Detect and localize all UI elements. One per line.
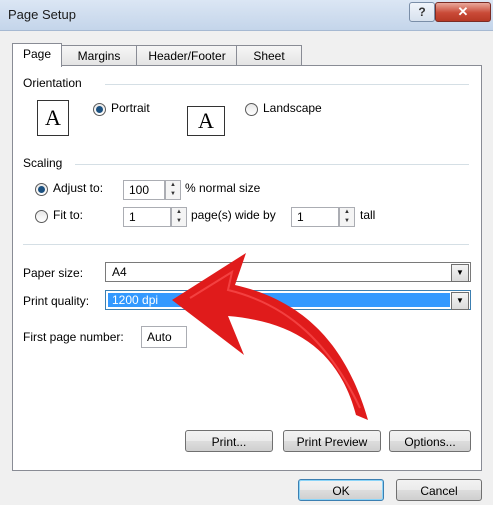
orientation-heading: Orientation (23, 76, 82, 90)
portrait-page-icon: A (37, 100, 69, 136)
print-quality-label: Print quality: (23, 294, 90, 308)
fit-to-label[interactable]: Fit to: (53, 208, 83, 222)
divider (75, 164, 469, 165)
tab-label: Margins (77, 49, 121, 63)
options-button[interactable]: Options... (389, 430, 471, 452)
adjust-spinner[interactable]: ▲ ▼ (165, 180, 181, 200)
tab-label: Sheet (253, 49, 285, 63)
adjust-to-radio[interactable] (35, 183, 48, 196)
tab-label: Header/Footer (148, 49, 226, 63)
portrait-label[interactable]: Portrait (111, 101, 150, 115)
spin-down-icon[interactable]: ▼ (166, 190, 180, 199)
fit-wide-suffix: page(s) wide by (191, 208, 276, 222)
page-tab-panel: Orientation A Portrait A Landscape Scali… (12, 65, 482, 471)
close-button[interactable]: ✕ (435, 2, 491, 22)
print-quality-select[interactable]: 1200 dpi ▼ (105, 290, 471, 310)
close-icon: ✕ (457, 4, 469, 19)
divider (105, 84, 469, 85)
adjust-to-label[interactable]: Adjust to: (53, 181, 103, 195)
fit-tall-spinner[interactable]: ▲ ▼ (339, 207, 355, 227)
help-icon: ? (418, 5, 426, 19)
paper-size-select[interactable]: A4 ▼ (105, 262, 471, 282)
print-preview-button[interactable]: Print Preview (283, 430, 381, 452)
tab-sheet[interactable]: Sheet (236, 45, 302, 66)
spin-up-icon[interactable]: ▲ (166, 181, 180, 190)
spin-up-icon[interactable]: ▲ (340, 208, 354, 217)
divider (23, 244, 469, 245)
fit-wide-input[interactable]: 1 (123, 207, 171, 227)
ok-button[interactable]: OK (298, 479, 384, 501)
adjust-suffix: % normal size (185, 181, 261, 195)
tab-label: Page (22, 47, 52, 61)
fit-tall-suffix: tall (360, 208, 376, 222)
dialog-body: Page Margins Header/Footer Sheet Orienta… (0, 31, 493, 505)
fit-wide-spinner[interactable]: ▲ ▼ (171, 207, 187, 227)
portrait-radio[interactable] (93, 103, 106, 116)
landscape-page-icon: A (187, 106, 225, 136)
scaling-heading: Scaling (23, 156, 63, 170)
adjust-percent-input[interactable]: 100 (123, 180, 165, 200)
cancel-button[interactable]: Cancel (396, 479, 482, 501)
first-page-label: First page number: (23, 330, 124, 344)
tab-header-footer[interactable]: Header/Footer (136, 45, 238, 66)
print-button[interactable]: Print... (185, 430, 273, 452)
spin-down-icon[interactable]: ▼ (340, 217, 354, 226)
paper-size-value: A4 (112, 265, 127, 279)
title-bar: Page Setup ? ✕ (0, 0, 493, 31)
first-page-input[interactable]: Auto (141, 326, 187, 348)
landscape-radio[interactable] (245, 103, 258, 116)
fit-tall-input[interactable]: 1 (291, 207, 339, 227)
tab-page[interactable]: Page (12, 43, 62, 67)
spin-up-icon[interactable]: ▲ (172, 208, 186, 217)
tab-margins[interactable]: Margins (60, 45, 138, 66)
fit-to-radio[interactable] (35, 210, 48, 223)
landscape-label[interactable]: Landscape (263, 101, 322, 115)
window-title: Page Setup (8, 7, 76, 22)
spin-down-icon[interactable]: ▼ (172, 217, 186, 226)
dropdown-arrow-icon[interactable]: ▼ (451, 264, 469, 282)
dropdown-arrow-icon[interactable]: ▼ (451, 292, 469, 310)
paper-size-label: Paper size: (23, 266, 84, 280)
print-quality-value: 1200 dpi (108, 293, 450, 307)
help-button[interactable]: ? (409, 2, 435, 22)
